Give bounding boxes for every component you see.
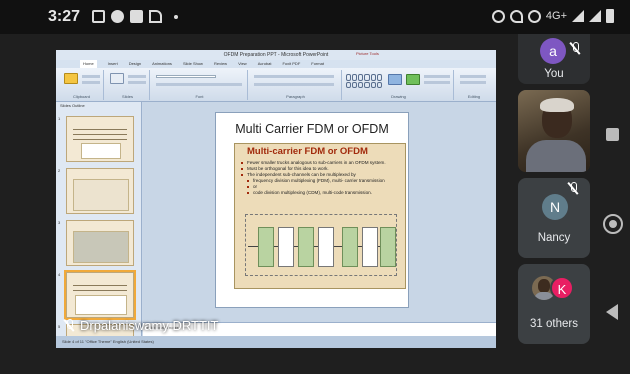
ppt-status-bar: Slide 4 of 11 "Office Theme" English (Un… [56, 336, 496, 348]
ppt-menu-foxit[interactable]: Foxit PDF [282, 60, 300, 68]
diagram-block [318, 227, 334, 267]
ribbon-clipboard: Clipboard [60, 70, 104, 100]
ppt-contextual-tab: Picture Tools [356, 51, 379, 56]
ppt-menu-acrobat[interactable]: Acrobat [258, 60, 272, 68]
ppt-menu-home[interactable]: Home [80, 60, 97, 68]
diagram-block [258, 227, 274, 267]
presenter-label: Drpalaniswamy DRTTIT [64, 318, 218, 333]
ppt-menu-slideshow[interactable]: Slide Show [183, 60, 203, 68]
mic-off-icon [568, 182, 578, 195]
slide-thumbnail[interactable] [66, 220, 134, 266]
shared-screen[interactable]: OFDM Preparation PPT - Microsoft PowerPo… [56, 50, 496, 348]
wifi-calling-icon [509, 9, 523, 23]
participant-tile-nancy[interactable]: N Nancy [518, 178, 590, 258]
ofdm-block-diagram [245, 214, 397, 276]
mic-off-icon [570, 42, 580, 55]
ppt-menu-animations[interactable]: Animations [152, 60, 172, 68]
shapes-gallery[interactable] [346, 74, 382, 88]
avatar: N [542, 194, 568, 220]
avatar: K [550, 276, 574, 300]
diagram-block [362, 227, 378, 267]
current-slide[interactable]: Multi Carrier FDM or OFDM Multi-carrier … [215, 112, 409, 308]
diagram-block [278, 227, 294, 267]
ribbon-editing: Editing [456, 70, 492, 100]
app-icon [149, 10, 162, 23]
battery-icon [606, 9, 614, 23]
thumbnail-tabs[interactable]: Slides Outline [56, 102, 141, 110]
signal-icon [572, 10, 584, 22]
screen-record-icon [92, 10, 105, 23]
facebook-icon [111, 10, 124, 23]
diagram-block [298, 227, 314, 267]
slide-thumbnails-pane: Slides Outline 1 2 3 4 5 [56, 102, 142, 348]
back-button[interactable] [606, 304, 618, 320]
more-notifications-icon [174, 14, 178, 19]
status-notification-icons [92, 10, 178, 23]
paste-icon[interactable] [64, 73, 78, 84]
participant-tile-others[interactable]: K 31 others [518, 264, 590, 344]
new-slide-icon[interactable] [110, 73, 124, 84]
signal-icon-2 [589, 10, 601, 22]
slide-thumbnail-selected[interactable] [64, 270, 136, 320]
participant-name: You [544, 68, 564, 80]
bullet-subitem: code division multiplexing (CDM), multi-… [241, 190, 401, 196]
slide-title: Multi Carrier FDM or OFDM [235, 122, 389, 136]
recents-button[interactable] [606, 128, 619, 141]
ribbon-paragraph: Paragraph [250, 70, 342, 100]
participant-video [540, 98, 574, 112]
ppt-ribbon: Clipboard Slides Font Paragraph Drawing … [56, 68, 496, 102]
picture-bullet-list: Fewer smaller trucks analogous to sub-ca… [241, 160, 401, 196]
network-type: 4G+ [545, 10, 567, 22]
slide-picture[interactable]: Multi-carrier FDM or OFDM Fewer smaller … [234, 143, 406, 289]
status-bar: 3:27 4G+ [0, 0, 630, 34]
hotspot-icon [527, 9, 541, 23]
arrange-icon[interactable] [388, 74, 402, 85]
ppt-menu-design[interactable]: Design [129, 60, 141, 68]
avatar: a [540, 38, 566, 64]
diagram-block [380, 227, 396, 267]
participant-tile-video[interactable] [518, 90, 590, 172]
presenter-name: Drpalaniswamy DRTTIT [80, 318, 219, 333]
quick-styles-icon[interactable] [406, 74, 420, 85]
picture-heading: Multi-carrier FDM or OFDM [247, 146, 368, 157]
youtube-icon [130, 10, 143, 23]
alarm-icon [491, 9, 505, 23]
slide-thumbnail[interactable] [66, 168, 134, 214]
ppt-menu-format[interactable]: Format [311, 60, 324, 68]
home-button[interactable] [603, 214, 623, 234]
ppt-menu-insert[interactable]: Insert [108, 60, 118, 68]
ppt-menu-bar: Home Insert Design Animations Slide Show… [56, 60, 496, 68]
ribbon-drawing: Drawing [344, 70, 454, 100]
ppt-window-title: OFDM Preparation PPT - Microsoft PowerPo… [56, 50, 496, 60]
diagram-block [342, 227, 358, 267]
ribbon-font: Font [152, 70, 248, 100]
mic-off-icon [64, 319, 74, 332]
participant-tile-you[interactable]: a You [518, 34, 590, 84]
ribbon-slides: Slides [106, 70, 150, 100]
powerpoint-window: OFDM Preparation PPT - Microsoft PowerPo… [56, 50, 496, 348]
status-time: 3:27 [48, 8, 81, 25]
meeting-stage: OFDM Preparation PPT - Microsoft PowerPo… [0, 34, 630, 374]
slide-canvas: Multi Carrier FDM or OFDM Multi-carrier … [143, 102, 496, 322]
slide-thumbnail[interactable] [66, 116, 134, 162]
ppt-menu-view[interactable]: View [238, 60, 247, 68]
status-system-icons: 4G+ [491, 9, 614, 23]
ppt-menu-review[interactable]: Review [214, 60, 227, 68]
participant-name: 31 others [530, 318, 578, 330]
participant-name: Nancy [537, 232, 571, 244]
